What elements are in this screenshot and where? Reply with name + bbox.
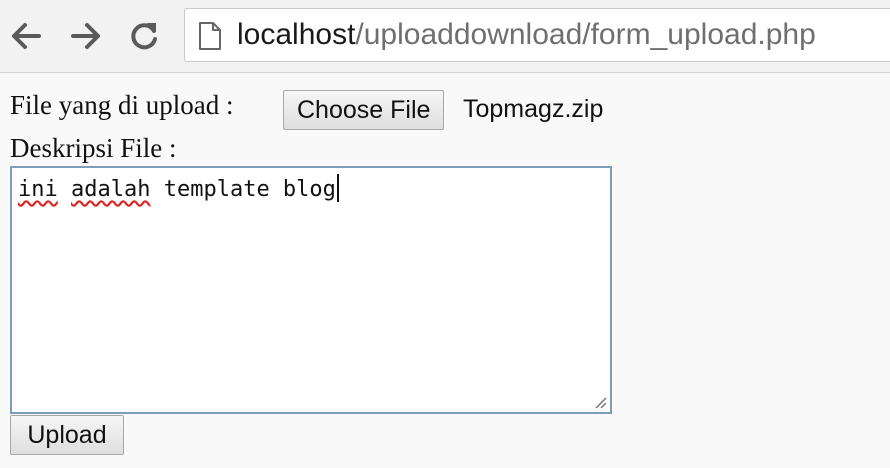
forward-icon: [71, 23, 100, 49]
forward-button[interactable]: [66, 14, 106, 58]
selected-file-name: Topmagz.zip: [463, 95, 604, 123]
reload-button[interactable]: [124, 14, 164, 58]
description-textarea[interactable]: ini adalah template blog: [10, 166, 612, 414]
upload-button[interactable]: Upload: [10, 415, 124, 455]
choose-file-button[interactable]: Choose File: [283, 90, 445, 130]
url-path: /uploaddownload/form_upload.php: [355, 18, 816, 51]
url-host: localhost: [237, 18, 356, 51]
page-icon: [199, 22, 221, 50]
description-word: adalah: [71, 177, 151, 202]
description-text: ini adalah template blog: [18, 174, 604, 205]
file-label: File yang di upload :: [10, 90, 234, 120]
description-space: [58, 177, 71, 202]
address-bar[interactable]: localhost/uploaddownload/form_upload.php: [184, 8, 890, 62]
description-rest: template blog: [150, 177, 336, 202]
text-caret: [336, 174, 339, 202]
back-button[interactable]: [6, 14, 46, 58]
reload-icon: [131, 23, 157, 50]
browser-toolbar: localhost/uploaddownload/form_upload.php: [0, 0, 890, 73]
resize-grip-icon[interactable]: [593, 395, 607, 409]
url-text: localhost/uploaddownload/form_upload.php: [237, 17, 816, 53]
description-word: ini: [18, 177, 58, 202]
description-label: Deskripsi File :: [10, 133, 177, 163]
back-icon: [12, 23, 41, 49]
